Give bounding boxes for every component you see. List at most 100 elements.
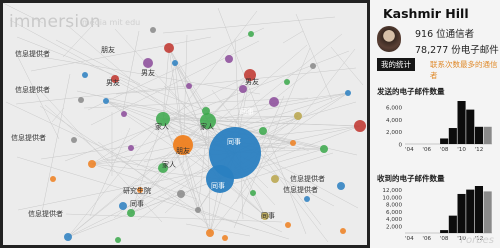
contact-node [78, 97, 84, 103]
graph-edge [30, 36, 212, 72]
graph-edge [91, 163, 221, 180]
contact-node [164, 43, 174, 53]
x-tick-label: '06 [422, 147, 431, 153]
my-stats-button[interactable]: 我的统计 [377, 58, 415, 71]
node-label: 同事 [130, 200, 144, 208]
contact-node [284, 79, 290, 85]
profile-name: Kashmir Hill [383, 6, 469, 21]
contact-node [202, 107, 210, 115]
node-label: 家人 [162, 161, 176, 169]
graph-edge [65, 213, 283, 223]
y-tick-label: 0 [398, 143, 402, 149]
year-bar [474, 186, 483, 233]
year-bar [448, 215, 457, 233]
node-label: 信息提供者 [283, 186, 318, 194]
x-tick-label: '06 [422, 236, 431, 242]
y-tick-label: 2,000 [386, 224, 402, 230]
contact-node [103, 98, 109, 104]
contact-node [337, 182, 345, 190]
contact-node [71, 137, 77, 143]
top-contacts-link[interactable]: 联系次数最多的通信者 [430, 59, 500, 81]
node-label: 男友 [106, 79, 120, 87]
contact-node [186, 83, 192, 89]
contact-node [115, 237, 121, 243]
graph-edges [3, 3, 364, 243]
node-label: 同事 [261, 212, 275, 220]
year-bar [474, 126, 483, 144]
node-label: 信息提供者 [290, 175, 325, 183]
y-tick-label: 12,000 [382, 188, 402, 194]
contact-node [82, 72, 88, 78]
contact-node [310, 63, 316, 69]
year-bar [440, 138, 449, 144]
node-label: 男友 [141, 69, 155, 77]
year-bar [457, 193, 466, 233]
contact-node [290, 140, 296, 146]
forbes-watermark: Forbes [460, 235, 494, 246]
y-tick-label: 6,000 [386, 106, 402, 112]
graph-edge [182, 144, 211, 234]
x-tick-label: '12 [475, 147, 484, 153]
year-bar [457, 101, 466, 144]
x-tick-label: '04 [405, 236, 414, 242]
node-label: 朋友 [101, 46, 115, 54]
contact-node [177, 190, 185, 198]
contact-node [150, 27, 156, 33]
graph-edge [282, 30, 304, 44]
node-label: 信息提供者 [11, 134, 46, 142]
contact-node [206, 229, 214, 237]
contact-node [285, 222, 291, 228]
contact-node [304, 196, 310, 202]
year-bar [483, 126, 492, 144]
contact-node [128, 145, 134, 151]
contact-node [195, 207, 201, 213]
node-label: 同事 [240, 108, 254, 116]
graph-edge [185, 223, 251, 237]
node-label: 家人 [200, 123, 214, 131]
node-label: 信息提供者 [15, 86, 50, 94]
graph-edge [330, 46, 364, 86]
contact-node [127, 209, 135, 217]
contact-node [345, 90, 351, 96]
contact-node [340, 228, 346, 234]
year-bar [466, 189, 475, 233]
y-tick-label: 2,000 [386, 130, 402, 136]
network-graph[interactable]: immersion media mit edu 朋友 男友 男友 男友 同事 家人 家人 朋友… [3, 3, 367, 245]
contact-node [225, 55, 233, 63]
contact-node [88, 160, 96, 168]
contact-node [250, 190, 256, 196]
node-label: 朋友 [176, 147, 190, 155]
graph-edge [67, 118, 164, 238]
y-tick-label: 4,000 [386, 217, 402, 223]
node-label: 信息提供者 [28, 210, 63, 218]
node-label: 同事 [211, 182, 225, 190]
x-tick-label: '04 [405, 147, 414, 153]
emails-count: 78,277 份电子邮件 [415, 45, 499, 56]
y-tick-label: 8,000 [386, 203, 402, 209]
graph-edge [162, 16, 336, 34]
contact-node [354, 120, 366, 132]
avatar [377, 26, 401, 52]
contact-node [50, 176, 56, 182]
contact-node [121, 111, 127, 117]
contact-node [271, 175, 279, 183]
year-bar [448, 128, 457, 144]
contact-node [269, 97, 279, 107]
graph-edge [55, 39, 141, 85]
graph-edge [217, 7, 307, 235]
y-tick-label: 10,000 [382, 195, 402, 201]
node-label: 同事 [227, 138, 241, 146]
node-label: 研究生院 [123, 187, 151, 195]
x-tick-label: '08 [440, 147, 449, 153]
contact-node [222, 235, 228, 241]
sent-emails-chart: 6,000 4,000 2,000 0'04 '06 '08 '10 '12 [386, 101, 492, 153]
graph-edge [157, 195, 259, 231]
profile-sidebar: Kashmir Hill 916 位通信者 78,277 份电子邮件 我的统计 … [370, 0, 500, 248]
year-bar [440, 230, 449, 233]
correspondents-count: 916 位通信者 [415, 29, 475, 40]
y-tick-label: 4,000 [386, 118, 402, 124]
contact-node [320, 145, 328, 153]
year-bar [466, 109, 475, 144]
contact-node [119, 202, 127, 210]
node-label: 男友 [245, 78, 259, 86]
